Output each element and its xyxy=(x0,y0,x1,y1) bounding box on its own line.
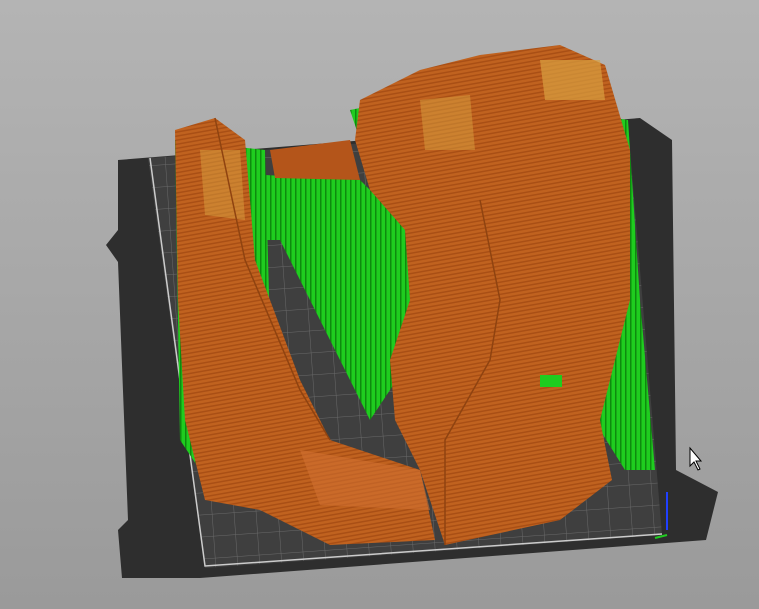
arrow-cursor-icon xyxy=(689,446,703,471)
3d-viewport[interactable] xyxy=(0,0,759,609)
